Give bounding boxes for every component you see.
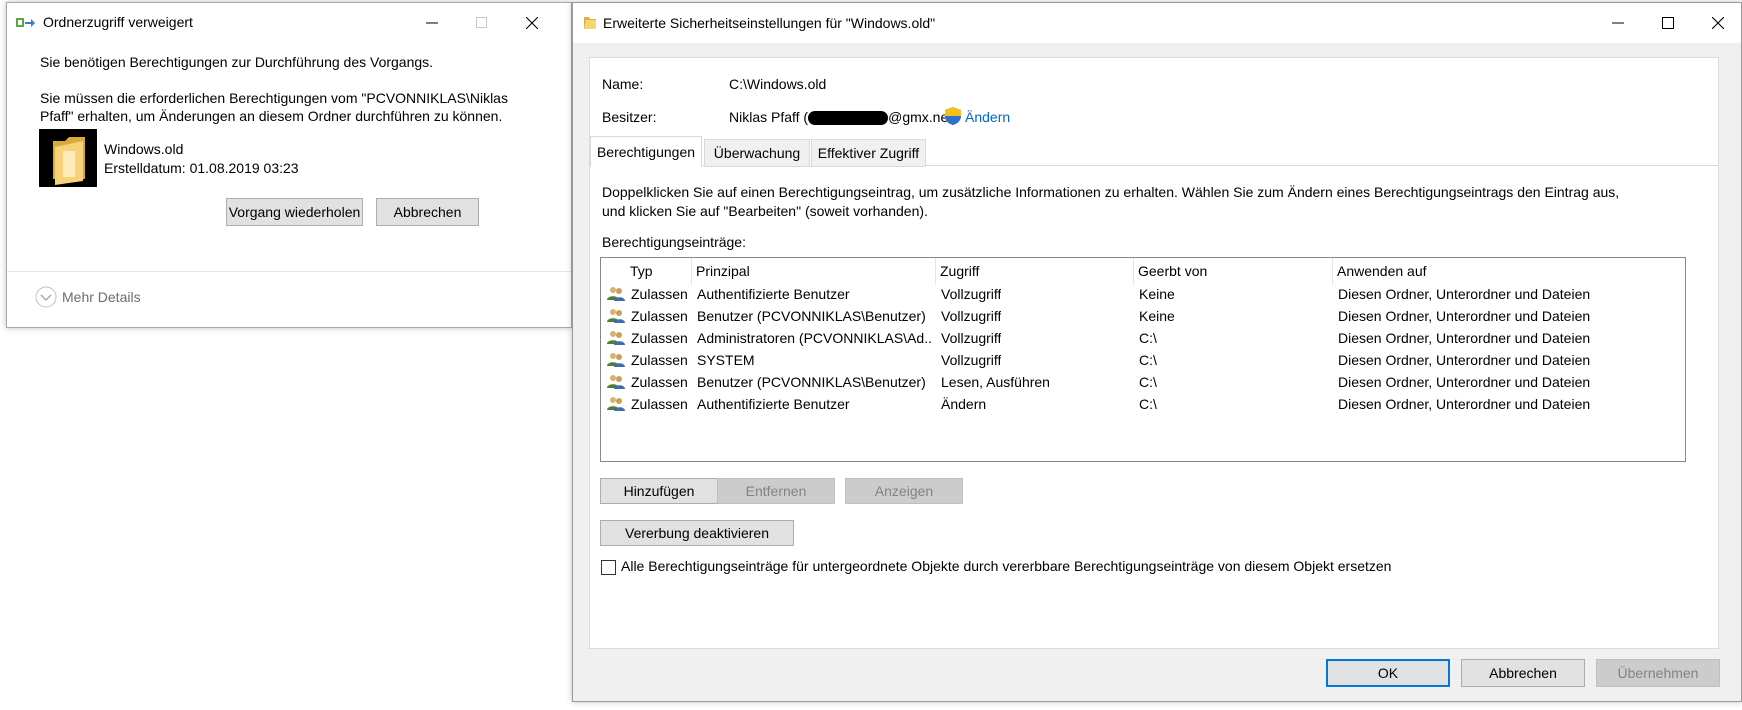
instructions-line1: Doppelklicken Sie auf einen Berechtigung… <box>602 184 1620 200</box>
users-icon <box>607 373 625 392</box>
remove-button: Entfernen <box>717 478 835 504</box>
users-icon <box>607 395 625 414</box>
redacted-email <box>808 111 889 126</box>
row-apply-to: Diesen Ordner, Unterordner und Dateien <box>1338 308 1591 324</box>
permission-row[interactable]: Zulassen Authentifizierte Benutzer Änder… <box>601 392 1685 416</box>
row-access: Vollzugriff <box>941 308 1002 324</box>
details-footer: Mehr Details <box>7 271 571 327</box>
close-button[interactable] <box>1693 3 1742 43</box>
users-icon <box>607 351 625 370</box>
tab-effective-access[interactable]: Effektiver Zugriff <box>811 139 926 167</box>
change-owner-link[interactable]: Ändern <box>965 109 1010 125</box>
row-type: Zulassen <box>631 330 688 346</box>
title-bar[interactable]: Ordnerzugriff verweigert <box>7 3 571 43</box>
row-inherited: C:\ <box>1139 330 1157 346</box>
tab-auditing[interactable]: Überwachung <box>704 139 810 167</box>
column-header-access[interactable]: Zugriff <box>936 258 1134 285</box>
permission-row[interactable]: Zulassen Authentifizierte Benutzer Vollz… <box>601 282 1685 306</box>
maximize-button[interactable] <box>1643 3 1693 43</box>
column-header-inherited[interactable]: Geerbt von <box>1134 258 1333 285</box>
column-header-type[interactable]: Typ <box>626 258 692 285</box>
row-inherited: C:\ <box>1139 352 1157 368</box>
row-access: Vollzugriff <box>941 330 1002 346</box>
row-principal: Authentifizierte Benutzer <box>697 396 850 412</box>
more-details-link[interactable]: Mehr Details <box>62 289 141 305</box>
row-inherited: Keine <box>1139 308 1175 324</box>
advanced-security-dialog: Erweiterte Sicherheitseinstellungen für … <box>572 2 1742 702</box>
chevron-down-icon[interactable] <box>35 286 57 311</box>
row-apply-to: Diesen Ordner, Unterordner und Dateien <box>1338 374 1591 390</box>
minimize-button[interactable] <box>407 3 457 43</box>
permission-row[interactable]: Zulassen Benutzer (PCVONNIKLAS\Benutzer)… <box>601 304 1685 328</box>
title-bar[interactable]: Erweiterte Sicherheitseinstellungen für … <box>573 3 1741 43</box>
row-access: Vollzugriff <box>941 286 1002 302</box>
permission-owner-text-line2: Pfaff" erhalten, um Änderungen an diesem… <box>40 108 503 124</box>
permission-row[interactable]: Zulassen Benutzer (PCVONNIKLAS\Benutzer)… <box>601 370 1685 394</box>
apply-button: Übernehmen <box>1596 659 1720 687</box>
permission-entries-list[interactable]: Typ Prinzipal Zugriff Geerbt von Anwende… <box>600 257 1686 462</box>
entries-label: Berechtigungseinträge: <box>602 234 746 250</box>
instructions-line2: und klicken Sie auf "Bearbeiten" (soweit… <box>602 203 928 219</box>
folder-creation-date: Erstelldatum: 01.08.2019 03:23 <box>104 160 299 176</box>
row-type: Zulassen <box>631 352 688 368</box>
users-icon <box>607 329 625 348</box>
row-principal: Authentifizierte Benutzer <box>697 286 850 302</box>
dialog-title: Erweiterte Sicherheitseinstellungen für … <box>603 15 936 31</box>
permission-owner-text-line1: Sie müssen die erforderlichen Berechtigu… <box>40 90 508 106</box>
close-button[interactable] <box>507 3 557 43</box>
owner-label: Besitzer: <box>602 109 657 125</box>
column-header-apply-to[interactable]: Anwenden auf <box>1333 258 1685 285</box>
add-button[interactable]: Hinzufügen <box>600 478 718 504</box>
view-button: Anzeigen <box>845 478 963 504</box>
row-apply-to: Diesen Ordner, Unterordner und Dateien <box>1338 352 1591 368</box>
folder-access-icon <box>16 16 36 33</box>
name-value: C:\Windows.old <box>729 76 827 92</box>
row-principal: SYSTEM <box>697 352 755 368</box>
row-type: Zulassen <box>631 286 688 302</box>
name-label: Name: <box>602 76 644 92</box>
row-apply-to: Diesen Ordner, Unterordner und Dateien <box>1338 330 1591 346</box>
uac-shield-icon <box>944 106 962 129</box>
row-inherited: C:\ <box>1139 396 1157 412</box>
permission-required-text: Sie benötigen Berechtigungen zur Durchfü… <box>40 54 434 70</box>
owner-name: Niklas Pfaff ( <box>729 109 809 125</box>
row-access: Lesen, Ausführen <box>941 374 1050 390</box>
row-access: Ändern <box>941 396 987 412</box>
row-access: Vollzugriff <box>941 352 1002 368</box>
owner-value: Niklas Pfaff (@gmx.net) <box>729 109 957 126</box>
row-apply-to: Diesen Ordner, Unterordner und Dateien <box>1338 396 1591 412</box>
ok-button[interactable]: OK <box>1326 659 1450 687</box>
row-principal: Benutzer (PCVONNIKLAS\Benutzer) <box>697 374 926 390</box>
column-header-principal[interactable]: Prinzipal <box>692 258 936 285</box>
replace-permissions-label[interactable]: Alle Berechtigungseinträge für untergeor… <box>621 558 1391 574</box>
permission-row[interactable]: Zulassen Administratoren (PCVONNIKLAS\Ad… <box>601 326 1685 350</box>
users-icon <box>607 307 625 326</box>
disable-inheritance-button[interactable]: Vererbung deaktivieren <box>600 520 794 546</box>
folder-name: Windows.old <box>104 141 184 157</box>
content-panel: Name: C:\Windows.old Besitzer: Niklas Pf… <box>589 57 1719 649</box>
list-header: Typ Prinzipal Zugriff Geerbt von Anwende… <box>601 258 1685 285</box>
tab-permissions[interactable]: Berechtigungen <box>590 136 702 167</box>
row-principal: Benutzer (PCVONNIKLAS\Benutzer) <box>697 308 926 324</box>
row-type: Zulassen <box>631 396 688 412</box>
cancel-button[interactable]: Abbrechen <box>1461 659 1585 687</box>
access-denied-dialog: Ordnerzugriff verweigert Sie benötigen B… <box>6 2 572 328</box>
row-apply-to: Diesen Ordner, Unterordner und Dateien <box>1338 286 1591 302</box>
minimize-button[interactable] <box>1593 3 1643 43</box>
users-icon <box>607 285 625 304</box>
folder-thumbnail-icon <box>39 129 97 187</box>
replace-permissions-checkbox[interactable] <box>601 560 616 575</box>
retry-button[interactable]: Vorgang wiederholen <box>226 198 363 226</box>
row-inherited: C:\ <box>1139 374 1157 390</box>
permission-row[interactable]: Zulassen SYSTEM Vollzugriff C:\ Diesen O… <box>601 348 1685 372</box>
maximize-button <box>457 3 507 43</box>
dialog-title: Ordnerzugriff verweigert <box>43 14 193 30</box>
row-principal: Administratoren (PCVONNIKLAS\Ad... <box>697 330 933 346</box>
row-inherited: Keine <box>1139 286 1175 302</box>
folder-icon <box>583 15 597 34</box>
row-type: Zulassen <box>631 374 688 390</box>
row-type: Zulassen <box>631 308 688 324</box>
cancel-button[interactable]: Abbrechen <box>376 198 479 226</box>
